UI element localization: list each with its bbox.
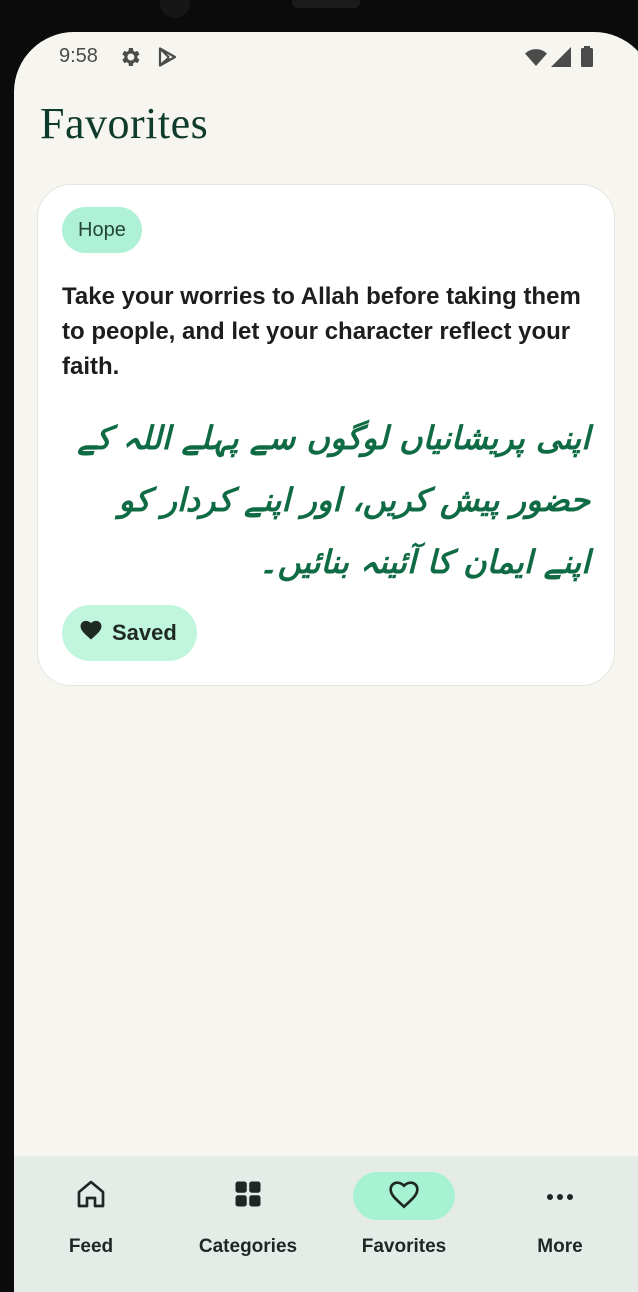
status-bar: 9:58	[14, 32, 638, 84]
grid-icon	[233, 1179, 263, 1213]
heart-filled-icon	[80, 620, 102, 646]
nav-label-feed: Feed	[68, 1236, 114, 1257]
favorite-quote-card[interactable]: Hope Take your worries to Allah before t…	[37, 184, 615, 686]
play-store-icon	[155, 45, 179, 73]
nav-label-more: More	[537, 1236, 583, 1257]
battery-icon	[580, 45, 594, 73]
home-icon	[75, 1178, 107, 1214]
quote-english: Take your worries to Allah before taking…	[62, 283, 581, 380]
saved-button[interactable]: Saved	[62, 605, 197, 661]
nav-item-more[interactable]: More	[485, 1156, 635, 1272]
category-tag[interactable]: Hope	[62, 207, 142, 253]
gear-icon	[118, 45, 142, 73]
nav-icon-container	[40, 1172, 142, 1220]
quote-urdu: اپنی پریشانیاں لوگوں سے پہلے اللہ کے حضو…	[77, 419, 590, 581]
nav-active-indicator	[353, 1172, 455, 1220]
page-title: Favorites	[40, 99, 209, 148]
more-icon	[545, 1187, 575, 1206]
nav-icon-container	[197, 1172, 299, 1220]
nav-item-favorites[interactable]: Favorites	[329, 1156, 479, 1272]
device-camera	[160, 0, 190, 18]
nav-icon-container	[509, 1172, 611, 1220]
app-screen: 9:58 Favorites Hope Take your worries to…	[14, 32, 638, 1292]
nav-item-categories[interactable]: Categories	[173, 1156, 323, 1272]
nav-item-feed[interactable]: Feed	[16, 1156, 166, 1272]
device-speaker	[292, 0, 360, 8]
wifi-icon	[524, 45, 548, 73]
nav-label-categories: Categories	[198, 1236, 298, 1257]
saved-label: Saved	[112, 620, 177, 645]
heart-icon	[388, 1179, 420, 1213]
signal-icon	[550, 45, 572, 73]
status-time: 9:58	[59, 45, 98, 67]
nav-label-favorites: Favorites	[361, 1236, 447, 1257]
